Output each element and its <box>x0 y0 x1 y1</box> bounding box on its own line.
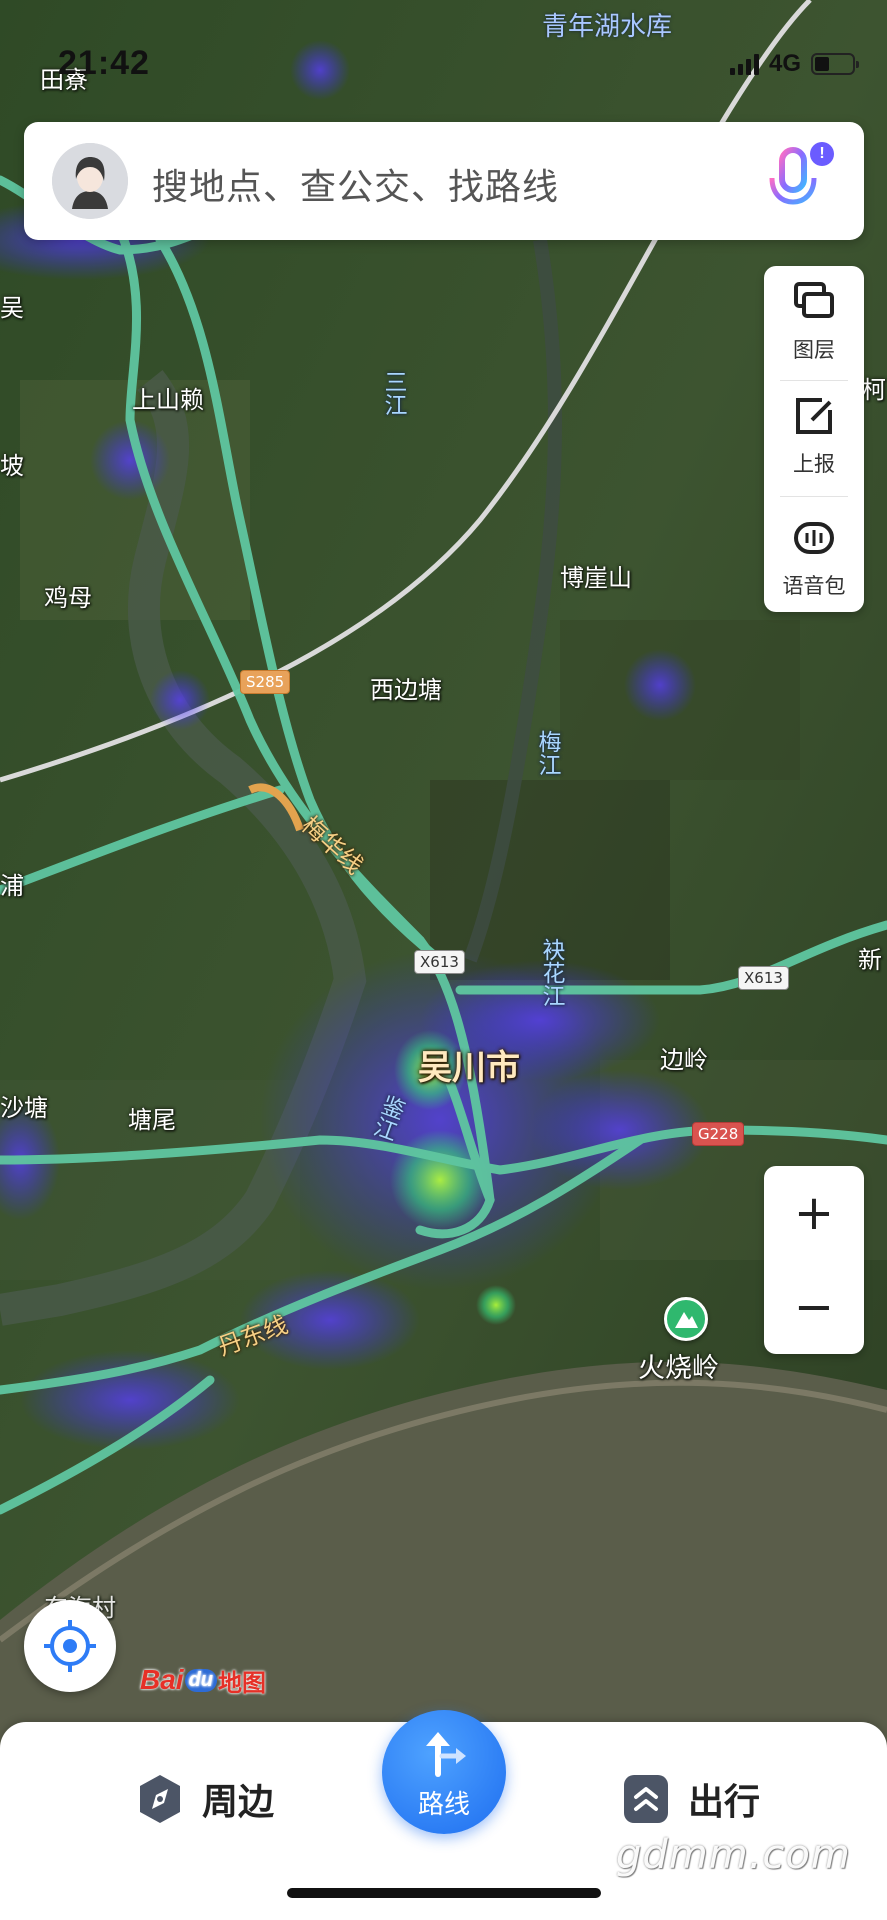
compass-hexagon-icon <box>140 1775 180 1823</box>
layers-button[interactable]: 图层 <box>764 266 864 376</box>
crosshair-location-icon <box>44 1620 96 1672</box>
travel-tab[interactable]: 出行 <box>622 1764 760 1834</box>
home-indicator[interactable] <box>287 1888 601 1898</box>
status-time: 21:42 <box>58 44 150 82</box>
road-shield-g228: G228 <box>692 1122 745 1146</box>
map-label-boyashan: 博崖山 <box>560 564 632 592</box>
zoom-control: + − <box>764 1166 864 1354</box>
report-button[interactable]: 上报 <box>764 380 864 490</box>
map-view[interactable]: 青年湖水库 田寮 吴 上山赖 三江 坡 鸡母 博崖山 西边塘 梅江 梅华线 袂花… <box>0 0 887 1920</box>
layers-icon <box>794 282 834 318</box>
route-label: 路线 <box>417 1790 470 1820</box>
road-shield-x613: X613 <box>414 950 465 974</box>
cellular-signal-icon <box>729 53 759 75</box>
map-label-xibiantang: 西边塘 <box>370 676 442 704</box>
map-label-wu: 吴 <box>0 294 24 322</box>
double-chevron-up-icon <box>624 1775 668 1823</box>
travel-label: 出行 <box>688 1782 761 1823</box>
report-edit-icon <box>796 398 832 434</box>
voice-search-button[interactable]: ! <box>756 142 834 224</box>
map-label-shatang: 沙塘 <box>0 1094 48 1122</box>
nearby-label: 周边 <box>202 1782 275 1823</box>
divider <box>780 496 848 497</box>
map-label-tangwei: 塘尾 <box>128 1106 176 1134</box>
report-label: 上报 <box>793 452 835 476</box>
nearby-tab[interactable]: 周边 <box>136 1764 274 1834</box>
map-tools-panel: 图层 上报 语音包 <box>764 266 864 612</box>
road-shield-x613: X613 <box>738 966 789 990</box>
mountain-poi-icon[interactable] <box>664 1297 708 1341</box>
zoom-in-button[interactable]: + <box>764 1166 864 1260</box>
layers-label: 图层 <box>793 338 835 362</box>
map-label-meijiang: 梅江 <box>534 730 560 776</box>
map-label-sanjiang: 三江 <box>380 370 406 416</box>
map-label-huoshaoling: 火烧岭 <box>638 1353 719 1384</box>
road-shield-s285: S285 <box>240 670 291 694</box>
locate-me-button[interactable] <box>24 1600 116 1692</box>
map-label-bianling: 边岭 <box>660 1046 708 1074</box>
map-label-xin: 新 <box>858 946 882 974</box>
voice-pack-button[interactable]: 语音包 <box>764 502 864 612</box>
route-button[interactable]: 路线 <box>382 1710 506 1834</box>
avatar[interactable] <box>52 143 128 219</box>
minus-icon: − <box>793 1279 835 1335</box>
battery-icon <box>811 53 859 75</box>
network-type: 4G <box>768 50 801 77</box>
route-arrow-icon <box>426 1732 466 1777</box>
status-indicators: 4G <box>729 50 859 78</box>
map-label-suohuajiang: 袂花江 <box>538 938 564 1007</box>
map-label-po: 坡 <box>0 452 24 480</box>
baidu-map-logo: Bai du 地图 <box>140 1664 267 1697</box>
map-label-shangshanlai: 上山赖 <box>132 386 204 414</box>
voice-pack-label: 语音包 <box>782 574 846 598</box>
voice-pack-icon <box>794 522 834 554</box>
watermark: gdmm.com <box>616 1832 851 1878</box>
status-bar: 21:42 4G <box>0 0 887 90</box>
search-input[interactable]: 搜地点、查公交、找路线 <box>152 158 559 210</box>
user-avatar-icon <box>52 143 128 219</box>
zoom-out-button[interactable]: − <box>764 1260 864 1354</box>
map-label-pu: 浦 <box>0 872 24 900</box>
map-label-wuchuan-city: 吴川市 <box>418 1048 520 1088</box>
map-label-jimu: 鸡母 <box>44 584 92 612</box>
search-bar[interactable]: 搜地点、查公交、找路线 ! <box>24 122 864 240</box>
map-label-ke: 柯 <box>862 376 886 404</box>
voice-badge: ! <box>810 142 834 166</box>
plus-icon: + <box>793 1185 835 1241</box>
